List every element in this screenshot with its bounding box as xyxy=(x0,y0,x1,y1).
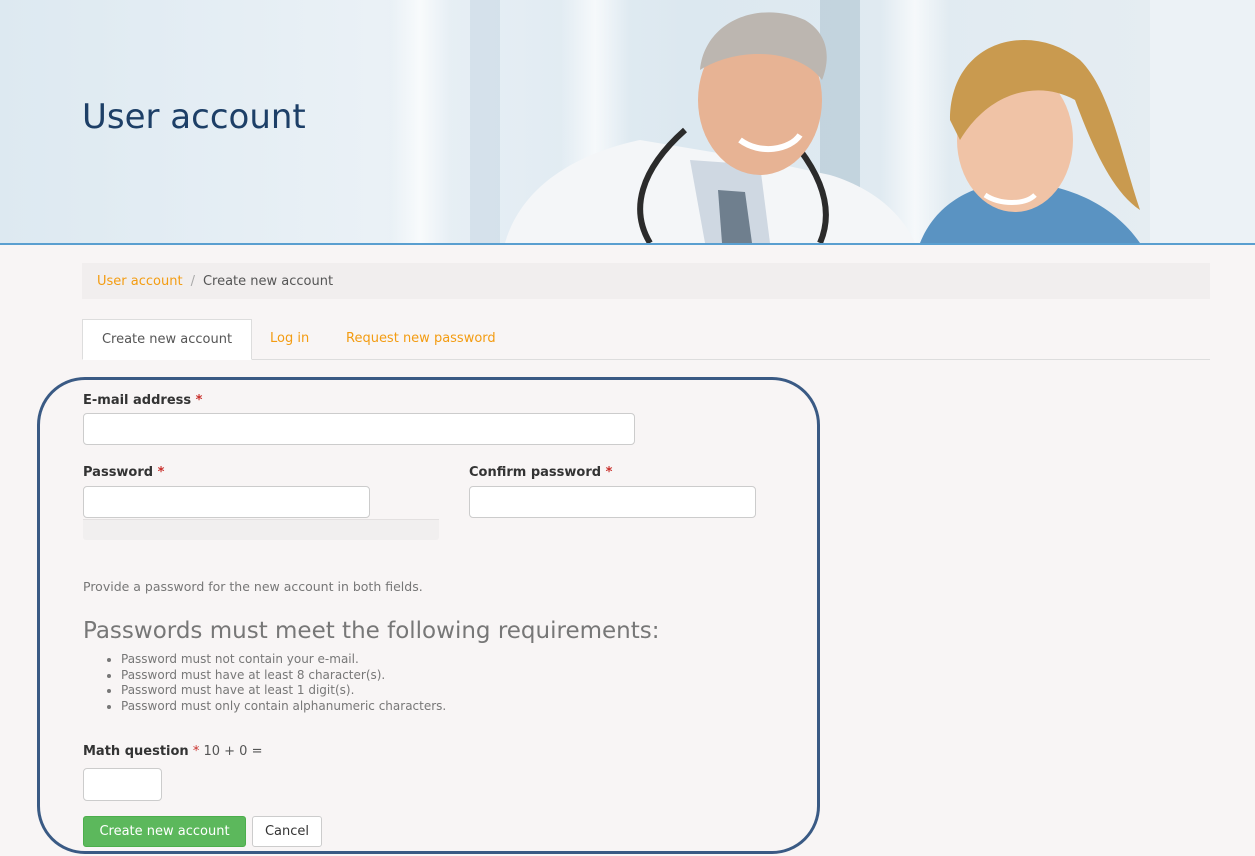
tab-request-new-password[interactable]: Request new password xyxy=(346,319,496,359)
breadcrumb-link-user-account[interactable]: User account xyxy=(97,274,183,289)
cancel-button[interactable]: Cancel xyxy=(252,816,322,847)
password-field[interactable] xyxy=(83,486,370,518)
math-question-text: 10 + 0 = xyxy=(203,744,263,759)
confirm-password-label: Confirm password * xyxy=(469,465,612,480)
email-label: E-mail address * xyxy=(83,393,202,408)
requirement-item: Password must have at least 1 digit(s). xyxy=(121,683,446,699)
email-field[interactable] xyxy=(83,413,635,445)
required-marker: * xyxy=(195,393,203,408)
required-marker: * xyxy=(192,744,200,759)
password-strength-meter xyxy=(83,519,439,540)
requirement-item: Password must only contain alphanumeric … xyxy=(121,699,446,715)
breadcrumb: User account / Create new account xyxy=(82,263,1210,299)
confirm-password-field[interactable] xyxy=(469,486,756,518)
requirements-list: Password must not contain your e-mail. P… xyxy=(83,652,446,714)
confirm-password-label-text: Confirm password xyxy=(469,465,602,480)
requirement-item: Password must have at least 8 character(… xyxy=(121,668,446,684)
math-question-label: Math question * 10 + 0 = xyxy=(83,744,262,759)
required-marker: * xyxy=(605,465,613,480)
math-answer-field[interactable] xyxy=(83,768,162,801)
account-tabs: Create new account Log in Request new pa… xyxy=(82,319,1210,360)
password-label-text: Password xyxy=(83,465,154,480)
password-help-text: Provide a password for the new account i… xyxy=(83,579,423,594)
tab-create-new-account[interactable]: Create new account xyxy=(82,319,252,360)
requirement-item: Password must not contain your e-mail. xyxy=(121,652,446,668)
header-banner: User account xyxy=(0,0,1255,245)
breadcrumb-separator: / xyxy=(190,274,195,289)
email-label-text: E-mail address xyxy=(83,393,192,408)
breadcrumb-current: Create new account xyxy=(202,274,334,289)
tab-log-in[interactable]: Log in xyxy=(270,319,309,359)
required-marker: * xyxy=(157,465,165,480)
page-title: User account xyxy=(82,97,306,137)
create-account-button[interactable]: Create new account xyxy=(83,816,246,847)
password-label: Password * xyxy=(83,465,164,480)
requirements-heading: Passwords must meet the following requir… xyxy=(83,618,660,644)
math-label-text: Math question xyxy=(83,744,189,759)
